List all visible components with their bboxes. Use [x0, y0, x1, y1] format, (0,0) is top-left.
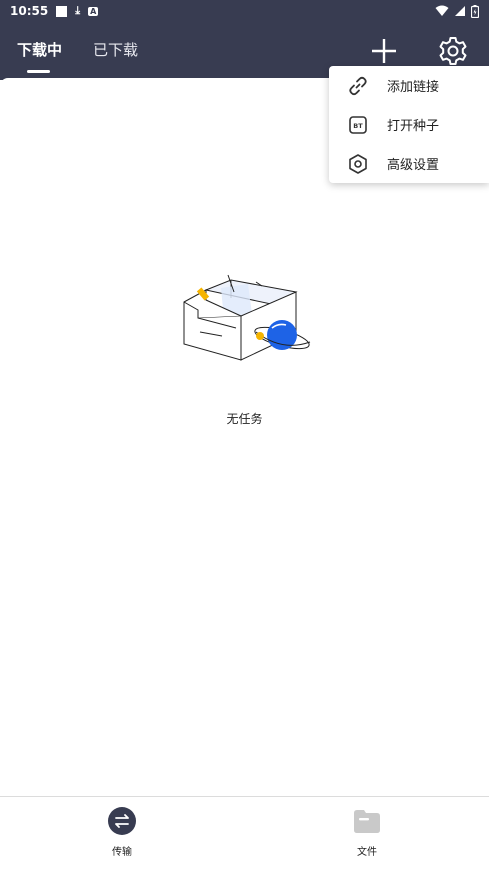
svg-text:BT: BT — [353, 122, 363, 130]
bt-icon: BT — [349, 115, 367, 134]
nav-files-label: 文件 — [357, 847, 377, 858]
nav-files[interactable]: 文件 — [327, 803, 407, 863]
menu-item-label: 高级设置 — [387, 158, 440, 173]
menu-item-open-torrent[interactable]: BT 打开种子 — [329, 105, 489, 144]
menu-item-label: 打开种子 — [387, 119, 440, 134]
app-notification-icon: A — [88, 6, 99, 16]
overflow-menu: 添加链接 BT 打开种子 高级设置 — [329, 66, 489, 183]
bottom-navigation: 传输 文件 — [0, 797, 489, 869]
status-time: 10:55 — [10, 4, 49, 18]
link-icon — [349, 76, 367, 95]
empty-state-text: 无任务 — [226, 412, 263, 426]
status-bar: 10:55 ⤓ A — [0, 0, 489, 22]
battery-icon — [471, 4, 479, 18]
active-tab-indicator — [27, 70, 50, 73]
tab-downloading[interactable]: 下载中 — [17, 39, 62, 60]
signal-icon — [455, 6, 465, 16]
nav-transfer-label: 传输 — [112, 847, 132, 858]
transfer-icon — [108, 807, 136, 835]
menu-item-add-link[interactable]: 添加链接 — [329, 66, 489, 105]
hexagon-settings-icon — [349, 153, 367, 174]
nav-transfer[interactable]: 传输 — [82, 803, 162, 863]
gear-icon[interactable] — [436, 34, 470, 68]
menu-item-advanced-settings[interactable]: 高级设置 — [329, 144, 489, 183]
download-notification-icon: ⤓ — [75, 4, 81, 17]
folder-icon — [354, 810, 380, 833]
add-icon[interactable] — [367, 34, 401, 68]
notification-square-icon — [56, 5, 68, 17]
main-content — [0, 78, 489, 796]
empty-box-planet-illustration — [183, 274, 311, 361]
wifi-icon — [435, 5, 449, 16]
tab-downloaded[interactable]: 已下载 — [93, 39, 138, 60]
menu-item-label: 添加链接 — [387, 80, 440, 95]
